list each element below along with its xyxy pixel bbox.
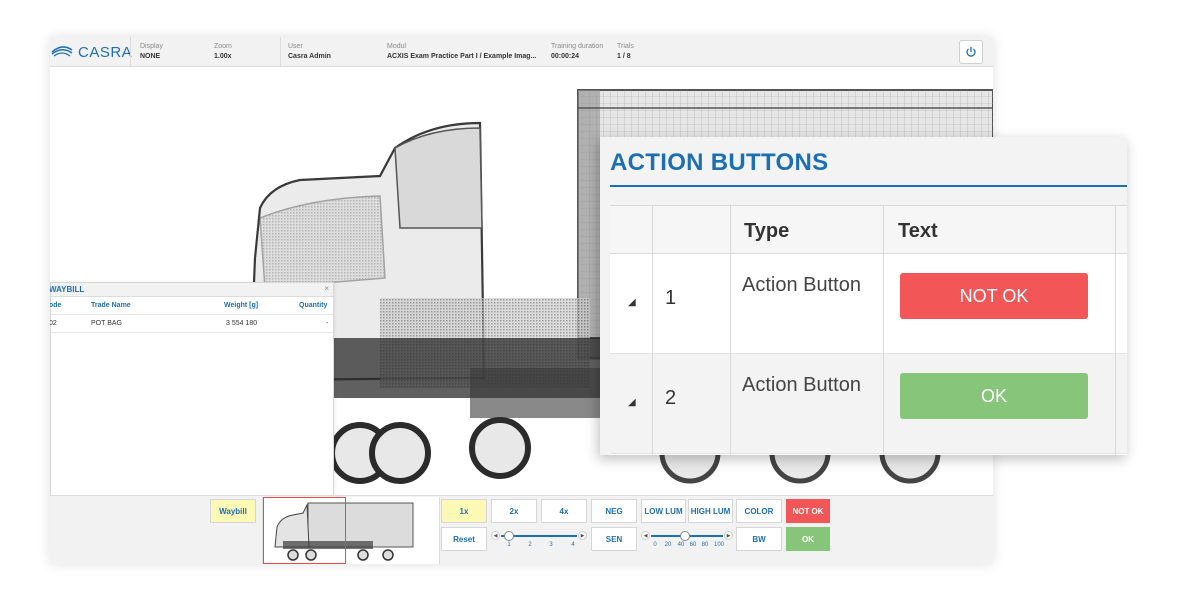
- lum-slider-right-arrow[interactable]: ▶: [724, 531, 733, 540]
- zoom-tick: 2: [528, 542, 532, 548]
- high-lum-button[interactable]: HIGH LUM: [688, 499, 733, 523]
- waybill-column-headers: ode Trade Name Weight [g] Quantity: [50, 297, 333, 315]
- column-header-type: Type: [744, 220, 790, 242]
- zoom-label: Zoom: [214, 43, 232, 50]
- zoom-info: Zoom 1.00x: [214, 42, 232, 62]
- waybill-cell-weight: 3 554 180: [226, 320, 258, 327]
- waybill-row[interactable]: 02 POT BAG 3 554 180 -: [50, 315, 333, 333]
- user-value: Casra Admin: [288, 53, 331, 60]
- training-duration-label: Training duration: [551, 43, 604, 50]
- waybill-col-code: ode: [50, 302, 62, 309]
- zoom-tick: 3: [549, 542, 553, 548]
- row-number: 1: [665, 287, 677, 309]
- modul-label: Modul: [387, 43, 407, 50]
- table-row[interactable]: ◢ 1 Action Button NOT OK: [610, 254, 1127, 354]
- waybill-close-icon[interactable]: ×: [324, 284, 329, 293]
- navigator-thumbnail[interactable]: [262, 497, 440, 564]
- waybill-panel[interactable]: WAYBILL × ode Trade Name Weight [g] Quan…: [50, 282, 334, 496]
- lum-slider-knob[interactable]: [680, 531, 690, 541]
- user-info: User Casra Admin: [288, 42, 331, 62]
- zoom-1x-button[interactable]: 1x: [441, 499, 487, 523]
- table-row[interactable]: ◢ 2 Action Button OK: [610, 354, 1127, 454]
- row-type: Action Button: [742, 374, 861, 396]
- waybill-cell-trade-name: POT BAG: [91, 320, 122, 327]
- zoom-4x-button[interactable]: 4x: [541, 499, 587, 523]
- power-button[interactable]: [959, 40, 983, 64]
- waybill-col-quantity: Quantity: [299, 302, 328, 309]
- user-label: User: [288, 43, 303, 50]
- thumbnail-viewport-frame[interactable]: [263, 497, 346, 564]
- zoom-value: 1.00x: [214, 53, 232, 60]
- zoom-tick: 1: [507, 542, 511, 548]
- lum-tick: 100: [713, 542, 725, 548]
- sen-button[interactable]: SEN: [591, 527, 637, 551]
- waybill-col-trade-name: Trade Name: [91, 302, 131, 309]
- casra-logo: CASRA: [50, 41, 140, 63]
- lum-tick: 60: [689, 542, 697, 548]
- power-icon: [966, 47, 976, 57]
- header-divider: [280, 37, 281, 67]
- modul-info: Modul ACXIS Exam Practice Part I / Examp…: [387, 42, 536, 62]
- not-ok-button[interactable]: NOT OK: [786, 499, 830, 523]
- training-duration-info: Training duration 00:00:24: [551, 42, 603, 62]
- casra-logo-icon: [51, 46, 73, 57]
- ok-button[interactable]: OK: [786, 527, 830, 551]
- lum-slider-left-arrow[interactable]: ◀: [641, 531, 650, 540]
- reset-button[interactable]: Reset: [441, 527, 487, 551]
- column-header-text: Text: [898, 220, 938, 242]
- trials-info: Trials 1 / 8: [617, 42, 634, 62]
- not-ok-preview-button[interactable]: NOT OK: [900, 273, 1088, 319]
- luminance-slider[interactable]: ◀ ▶ 0 20 40 60 80 100: [641, 527, 733, 551]
- column-divider: [730, 206, 731, 455]
- bw-button[interactable]: BW: [736, 527, 782, 551]
- column-divider: [652, 206, 653, 455]
- trials-value: 1 / 8: [617, 53, 631, 60]
- bottom-toolbar: Waybill 1x 2x 4x Reset ◀ ▶ 1 2 3 4 NEG S…: [50, 495, 993, 564]
- neg-button[interactable]: NEG: [591, 499, 637, 523]
- action-buttons-panel: ACTION BUTTONS Type Text ◢ 1 Action Butt…: [600, 137, 1127, 455]
- lum-tick: 80: [701, 542, 709, 548]
- waybill-button[interactable]: Waybill: [210, 499, 256, 523]
- lum-tick: 20: [664, 542, 672, 548]
- expand-caret-icon[interactable]: ◢: [628, 297, 636, 308]
- waybill-cell-quantity: -: [326, 320, 329, 327]
- display-info: Display NONE: [140, 42, 163, 62]
- ok-preview-button[interactable]: OK: [900, 373, 1088, 419]
- zoom-slider-right-arrow[interactable]: ▶: [578, 531, 587, 540]
- waybill-header: WAYBILL ×: [50, 283, 333, 297]
- waybill-cell-code: 02: [50, 320, 57, 327]
- logo-text: CASRA: [78, 43, 133, 61]
- waybill-col-weight: Weight [g]: [224, 302, 259, 309]
- action-buttons-title: ACTION BUTTONS: [610, 149, 829, 176]
- lum-tick: 40: [677, 542, 685, 548]
- header-divider: [130, 37, 131, 67]
- table-header-row: Type Text: [610, 206, 1127, 254]
- expand-caret-icon[interactable]: ◢: [628, 397, 636, 408]
- zoom-2x-button[interactable]: 2x: [491, 499, 537, 523]
- color-button[interactable]: COLOR: [736, 499, 782, 523]
- column-divider: [883, 206, 884, 455]
- title-underline: [610, 185, 1127, 187]
- display-value: NONE: [140, 53, 161, 60]
- low-lum-button[interactable]: LOW LUM: [641, 499, 686, 523]
- zoom-tick: 4: [571, 542, 575, 548]
- column-divider: [1115, 206, 1116, 455]
- display-label: Display: [140, 43, 163, 50]
- modul-value: ACXIS Exam Practice Part I / Example Ima…: [387, 53, 537, 60]
- zoom-slider-left-arrow[interactable]: ◀: [491, 531, 500, 540]
- action-buttons-table: Type Text ◢ 1 Action Button NOT OK ◢ 2 A…: [610, 205, 1127, 455]
- zoom-slider[interactable]: ◀ ▶ 1 2 3 4: [491, 527, 587, 551]
- zoom-slider-knob[interactable]: [504, 531, 514, 541]
- header-bar: CASRA Display NONE Zoom 1.00x User Casra…: [50, 37, 993, 67]
- waybill-title: WAYBILL: [50, 285, 85, 294]
- row-type: Action Button: [742, 274, 861, 296]
- row-number: 2: [665, 387, 677, 409]
- trials-label: Trials: [617, 43, 634, 50]
- training-duration-value: 00:00:24: [551, 53, 580, 60]
- lum-tick: 0: [653, 542, 657, 548]
